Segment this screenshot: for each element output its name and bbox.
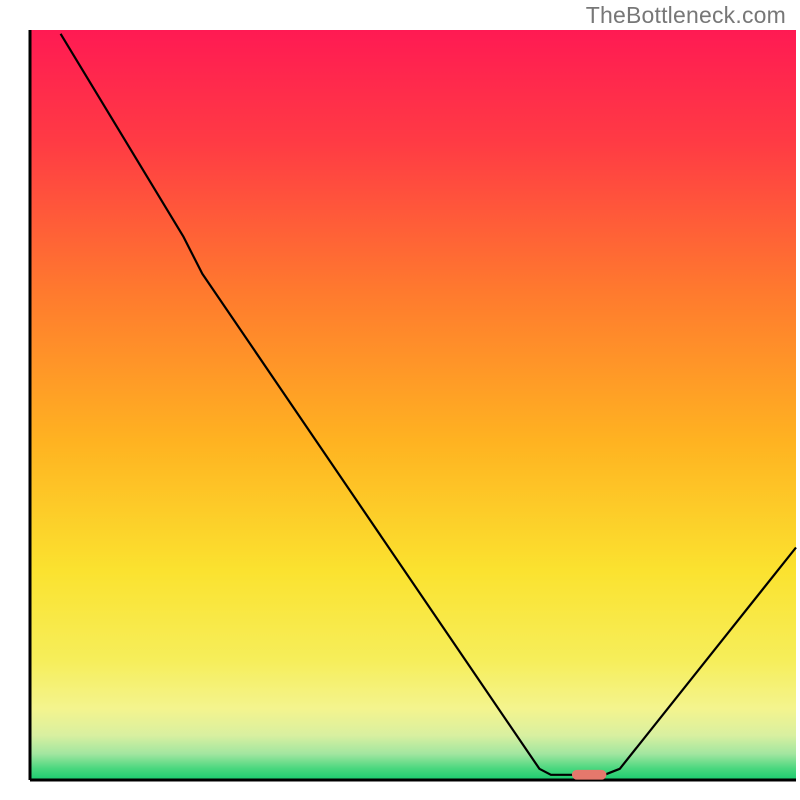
gradient-background [30, 30, 796, 780]
watermark-text: TheBottleneck.com [586, 2, 786, 29]
optimal-marker [572, 770, 606, 780]
bottleneck-chart [0, 0, 800, 800]
chart-container: TheBottleneck.com [0, 0, 800, 800]
